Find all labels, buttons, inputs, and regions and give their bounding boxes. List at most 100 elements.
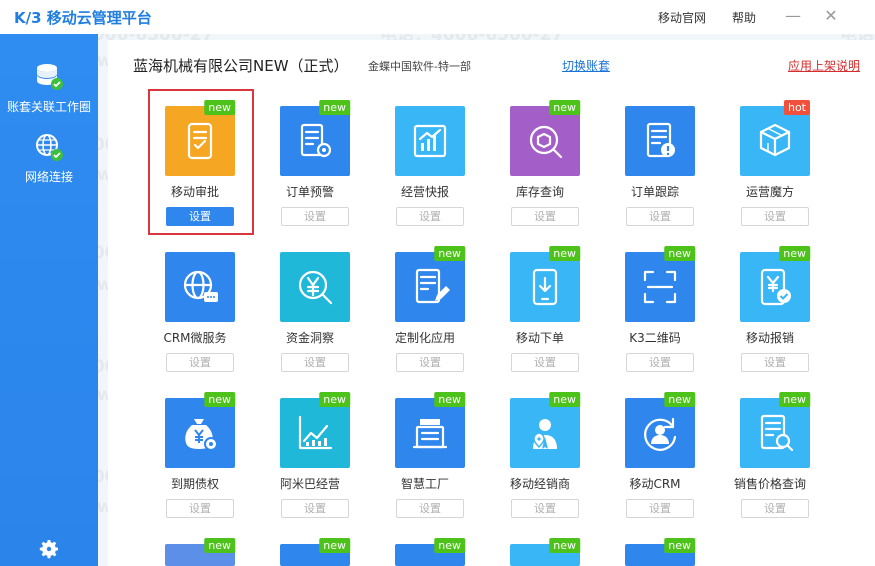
app-tile[interactable]: new K3二维码设置	[600, 246, 710, 382]
app-settings-button[interactable]: 设置	[626, 353, 694, 372]
app-name: 销售价格查询	[733, 477, 806, 491]
official-site-link[interactable]: 移动官网	[658, 9, 706, 26]
app-settings-button[interactable]: 设置	[396, 207, 464, 226]
app-icon[interactable]	[625, 252, 695, 322]
app-settings-button[interactable]: 设置	[626, 499, 694, 518]
gear-icon[interactable]	[37, 537, 61, 561]
app-settings-button[interactable]: 设置	[281, 353, 349, 372]
app-name: 到期债权	[170, 477, 219, 491]
app-name: K3二维码	[629, 331, 681, 345]
document-alert-icon	[646, 122, 675, 158]
hot-badge: hot	[783, 100, 810, 115]
tablet-download-icon	[532, 268, 558, 306]
app-tile[interactable]: new 定制化应用 设置	[370, 246, 480, 382]
new-badge: new	[549, 100, 580, 115]
app-tile[interactable]: new	[140, 538, 250, 566]
globe-check-icon	[36, 134, 63, 161]
app-tile[interactable]: new 阿米巴经营 设置	[255, 392, 365, 528]
app-settings-button[interactable]: 设置	[741, 353, 809, 372]
sidebar-item-account-workcircle[interactable]: 账套关联工作圈	[0, 62, 98, 115]
app-icon[interactable]	[625, 106, 695, 176]
app-settings-button[interactable]: 设置	[741, 499, 809, 518]
title-bar: K/3 移动云管理平台 移动官网 帮助 — ✕	[0, 0, 875, 34]
app-tile[interactable]: new 移动下单 设置	[485, 246, 595, 382]
app-tile[interactable]: new 到期债权设置	[140, 392, 250, 528]
app-settings-button[interactable]: 设置	[741, 207, 809, 226]
app-tile[interactable]: new	[485, 538, 595, 566]
app-settings-button[interactable]: 设置	[281, 499, 349, 518]
app-title: K/3 移动云管理平台	[14, 9, 152, 27]
new-badge: new	[204, 392, 235, 407]
app-publish-help-link[interactable]: 应用上架说明	[788, 57, 860, 74]
app-icon[interactable]	[395, 252, 465, 322]
money-bag-icon	[185, 419, 218, 451]
app-settings-button[interactable]: 设置	[396, 353, 464, 372]
app-icon[interactable]	[510, 252, 580, 322]
app-tile[interactable]: new 订单预警 设置	[255, 100, 365, 236]
app-icon[interactable]	[395, 398, 465, 468]
sidebar-item-label: 网络连接	[24, 170, 73, 184]
app-name: 订单跟踪	[630, 185, 679, 199]
document-price-search-icon	[760, 414, 794, 452]
close-button[interactable]: ✕	[818, 5, 844, 27]
app-settings-button[interactable]: 设置	[511, 207, 579, 226]
app-icon[interactable]	[510, 106, 580, 176]
app-name: 移动报销	[745, 331, 794, 345]
box-search-icon	[529, 125, 563, 159]
new-badge: new	[434, 538, 465, 553]
app-tile[interactable]: new 销售价格查询设置	[715, 392, 825, 528]
new-badge: new	[664, 246, 695, 261]
new-badge: new	[434, 392, 465, 407]
sidebar-item-label: 账套关联工作圈	[6, 100, 91, 114]
app-settings-button[interactable]: 设置	[166, 499, 234, 518]
app-tile[interactable]: 经营快报设置	[370, 106, 480, 236]
app-icon[interactable]	[740, 398, 810, 468]
app-name: 资金洞察	[285, 331, 334, 345]
app-icon[interactable]	[280, 252, 350, 322]
new-badge: new	[319, 538, 350, 553]
app-tile[interactable]: hot 运营魔方 设置	[715, 100, 825, 236]
app-tile[interactable]: CRM微服务 设置	[140, 252, 250, 382]
new-badge: new	[319, 392, 350, 407]
app-tile[interactable]: new	[255, 538, 365, 566]
app-settings-button[interactable]: 设置	[281, 207, 349, 226]
app-tile[interactable]: new	[370, 538, 480, 566]
sidebar-item-network[interactable]: 网络连接	[0, 132, 98, 185]
company-name: 蓝海机械有限公司NEW（正式）	[133, 57, 349, 75]
person-refresh-icon	[644, 417, 677, 451]
app-icon[interactable]	[740, 252, 810, 322]
app-icon[interactable]	[395, 106, 465, 176]
app-settings-button[interactable]: 设置	[166, 353, 234, 372]
app-tile[interactable]: 资金洞察设置	[255, 252, 365, 382]
app-tile[interactable]: new 库存查询设置	[485, 100, 595, 236]
new-badge: new	[779, 392, 810, 407]
app-icon[interactable]	[165, 252, 235, 322]
switch-account-link[interactable]: 切换账套	[562, 57, 610, 74]
document-search-icon	[300, 123, 332, 158]
help-menu[interactable]: 帮助	[732, 9, 756, 26]
app-icon[interactable]	[740, 106, 810, 176]
app-icon[interactable]	[280, 106, 350, 176]
app-tile[interactable]: new 移动CRM 设置	[600, 392, 710, 528]
app-icon[interactable]	[510, 398, 580, 468]
app-tile[interactable]: new	[600, 538, 710, 566]
cube-icon	[759, 123, 791, 157]
app-tile[interactable]: 订单跟踪设置	[600, 106, 710, 236]
app-icon[interactable]	[165, 398, 235, 468]
app-icon[interactable]	[280, 398, 350, 468]
app-tile[interactable]: new 移动报销 设置	[715, 246, 825, 382]
app-settings-button[interactable]: 设置	[626, 207, 694, 226]
globe-chat-icon	[183, 270, 218, 302]
app-settings-button[interactable]: 设置	[511, 499, 579, 518]
new-badge: new	[434, 246, 465, 261]
app-settings-button[interactable]: 设置	[511, 353, 579, 372]
app-tile[interactable]: new 移动经销商 设置	[485, 392, 595, 528]
new-badge: new	[664, 392, 695, 407]
app-name: 库存查询	[515, 185, 564, 199]
app-settings-button[interactable]: 设置	[396, 499, 464, 518]
app-name: 经营快报	[400, 185, 449, 199]
minimize-button[interactable]: —	[780, 5, 806, 27]
app-name: 移动CRM	[629, 477, 681, 491]
app-icon[interactable]	[625, 398, 695, 468]
app-tile[interactable]: new 智慧工厂 设置	[370, 392, 480, 528]
